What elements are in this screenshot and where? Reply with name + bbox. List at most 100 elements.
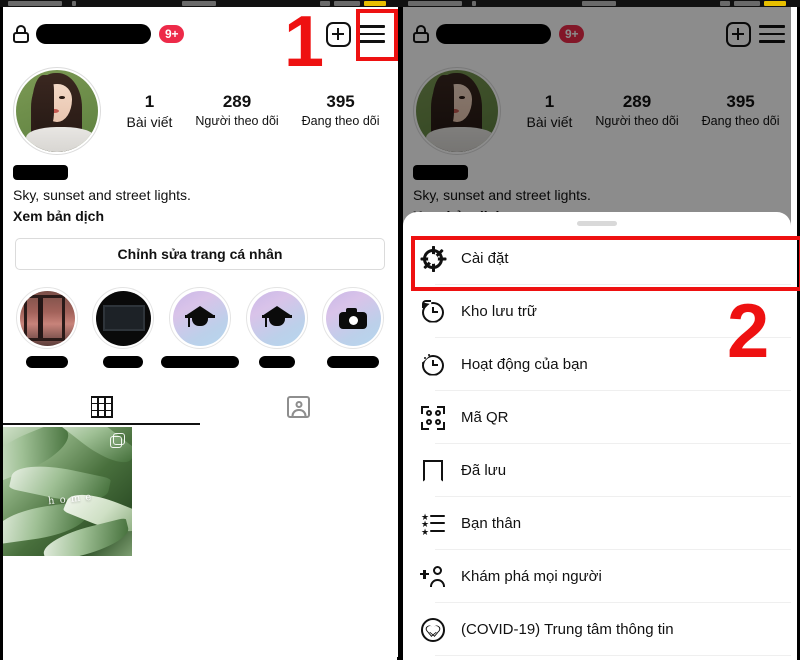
avatar-image bbox=[416, 70, 498, 152]
hamburger-menu-button[interactable] bbox=[757, 19, 787, 49]
post-grid: h o m e bbox=[3, 427, 397, 556]
highlight-label-redaction bbox=[26, 356, 68, 368]
lock-icon bbox=[13, 25, 29, 43]
status-bar-left bbox=[0, 0, 400, 7]
menu-item-label: Bạn thân bbox=[461, 515, 522, 532]
plus-square-icon bbox=[325, 21, 351, 47]
highlight-label-redaction bbox=[103, 356, 143, 368]
multiple-photos-icon bbox=[110, 433, 125, 448]
menu-item-discover-people[interactable]: Khám phá mọi người bbox=[403, 550, 791, 603]
dark-room-photo-icon bbox=[95, 290, 151, 346]
profile-stats-2: 1 Bài viết 289 Người theo dõi 395 Đang t… bbox=[501, 91, 797, 131]
see-translation-link[interactable]: Xem bản dịch bbox=[13, 207, 387, 225]
menu-item-label: Khám phá mọi người bbox=[461, 568, 602, 585]
drag-handle[interactable] bbox=[577, 221, 617, 226]
hamburger-menu-icon bbox=[759, 24, 785, 44]
profile-stats: 1 Bài viết 289 Người theo dõi 395 Đang t… bbox=[101, 91, 397, 131]
covid-info-icon bbox=[419, 616, 447, 644]
stat-posts[interactable]: 1 Bài viết bbox=[126, 91, 172, 131]
bookmark-icon bbox=[419, 457, 447, 485]
avatar[interactable] bbox=[13, 67, 101, 155]
tagged-person-icon bbox=[287, 396, 310, 418]
add-post-button[interactable] bbox=[723, 19, 753, 49]
avatar[interactable] bbox=[413, 67, 501, 155]
graduation-cap-icon bbox=[185, 306, 215, 330]
annotation-step-1: 1 bbox=[284, 2, 325, 82]
stat-followers[interactable]: 289 Người theo dõi bbox=[195, 91, 278, 131]
stat-following-label: Đang theo dõi bbox=[301, 114, 380, 129]
window-photo-icon bbox=[19, 290, 75, 346]
close-friends-icon: ★ ★ ★ bbox=[419, 510, 447, 538]
edit-profile-button[interactable]: Chỉnh sửa trang cá nhân bbox=[15, 238, 385, 270]
menu-item-label: (COVID-19) Trung tâm thông tin bbox=[461, 621, 674, 638]
highlight-item[interactable] bbox=[161, 287, 239, 368]
plus-square-icon bbox=[725, 21, 751, 47]
graduation-cap-icon bbox=[262, 306, 292, 330]
archive-clock-icon bbox=[419, 298, 447, 326]
annotation-box-settings bbox=[411, 236, 800, 291]
profile-topbar: 9+ bbox=[3, 13, 397, 55]
left-phone-panel: 9+ 1 Bài viết 289 Người theo dõi 395 Đan… bbox=[0, 7, 400, 660]
menu-item-saved[interactable]: Đã lưu bbox=[403, 444, 791, 497]
notification-badge[interactable]: 9+ bbox=[559, 25, 585, 43]
profile-screen-left: 9+ 1 Bài viết 289 Người theo dõi 395 Đan… bbox=[3, 7, 397, 660]
highlight-item[interactable] bbox=[315, 287, 391, 368]
annotation-step-2: 2 bbox=[727, 289, 770, 374]
stat-followers-label: Người theo dõi bbox=[595, 114, 679, 129]
menu-item-label: Kho lưu trữ bbox=[461, 303, 537, 320]
menu-item-label: Đã lưu bbox=[461, 462, 507, 479]
stat-following[interactable]: 395 Đang theo dõi bbox=[702, 91, 780, 131]
stat-following-value: 395 bbox=[726, 91, 755, 111]
camera-icon bbox=[339, 307, 367, 329]
highlight-label-redaction bbox=[259, 356, 295, 368]
status-bar-strip bbox=[0, 0, 800, 7]
username-redaction bbox=[436, 24, 551, 44]
menu-item-covid-info[interactable]: (COVID-19) Trung tâm thông tin bbox=[403, 603, 791, 656]
stat-posts-value: 1 bbox=[544, 91, 555, 111]
status-bar-right bbox=[400, 0, 800, 7]
avatar-image bbox=[16, 70, 98, 152]
stat-followers[interactable]: 289 Người theo dõi bbox=[595, 91, 678, 131]
stat-following-value: 395 bbox=[326, 91, 355, 111]
stat-posts[interactable]: 1 Bài viết bbox=[526, 91, 572, 131]
stat-followers-value: 289 bbox=[222, 91, 252, 111]
display-name-redaction bbox=[413, 165, 468, 180]
story-highlights bbox=[3, 287, 397, 368]
stat-posts-label: Bài viết bbox=[526, 114, 573, 131]
bio-text: Sky, sunset and street lights. bbox=[13, 187, 191, 203]
discover-people-icon bbox=[419, 563, 447, 591]
lock-icon bbox=[413, 25, 429, 43]
profile-header-2: 1 Bài viết 289 Người theo dõi 395 Đang t… bbox=[403, 61, 797, 161]
stat-posts-value: 1 bbox=[144, 91, 155, 111]
stat-following-label: Đang theo dõi bbox=[701, 114, 780, 129]
highlight-label-redaction bbox=[327, 356, 379, 368]
username-redaction bbox=[36, 24, 151, 44]
highlight-item[interactable] bbox=[9, 287, 85, 368]
add-post-button[interactable] bbox=[323, 19, 353, 49]
highlight-item[interactable] bbox=[85, 287, 161, 368]
activity-clock-icon bbox=[419, 351, 447, 379]
profile-bio: Sky, sunset and street lights. Xem bản d… bbox=[13, 165, 387, 225]
menu-item-label: Hoạt động của bạn bbox=[461, 356, 588, 373]
screenshot-root: 9+ 1 Bài viết 289 Người theo dõi 395 Đan… bbox=[0, 0, 800, 660]
stat-posts-label: Bài viết bbox=[126, 114, 173, 131]
tab-tagged[interactable] bbox=[200, 389, 397, 425]
bio-text: Sky, sunset and street lights. bbox=[413, 187, 591, 203]
menu-item-label: Mã QR bbox=[461, 409, 509, 426]
highlight-label-redaction bbox=[161, 356, 239, 368]
stat-followers-value: 289 bbox=[622, 91, 652, 111]
display-name-redaction bbox=[13, 165, 68, 180]
tab-active-underline bbox=[3, 423, 200, 425]
profile-tabs bbox=[3, 389, 397, 425]
menu-item-close-friends[interactable]: ★ ★ ★ Bạn thân bbox=[403, 497, 791, 550]
stat-following[interactable]: 395 Đang theo dõi bbox=[302, 91, 380, 131]
menu-item-qr-code[interactable]: Mã QR bbox=[403, 391, 791, 444]
tab-grid[interactable] bbox=[3, 389, 200, 425]
highlight-item[interactable] bbox=[239, 287, 315, 368]
post-thumbnail[interactable]: h o m e bbox=[3, 427, 132, 556]
annotation-box-hamburger bbox=[356, 9, 398, 61]
profile-header: 1 Bài viết 289 Người theo dõi 395 Đang t… bbox=[3, 61, 397, 161]
grid-icon bbox=[90, 396, 113, 418]
stat-followers-label: Người theo dõi bbox=[195, 114, 279, 129]
notification-badge[interactable]: 9+ bbox=[159, 25, 185, 43]
